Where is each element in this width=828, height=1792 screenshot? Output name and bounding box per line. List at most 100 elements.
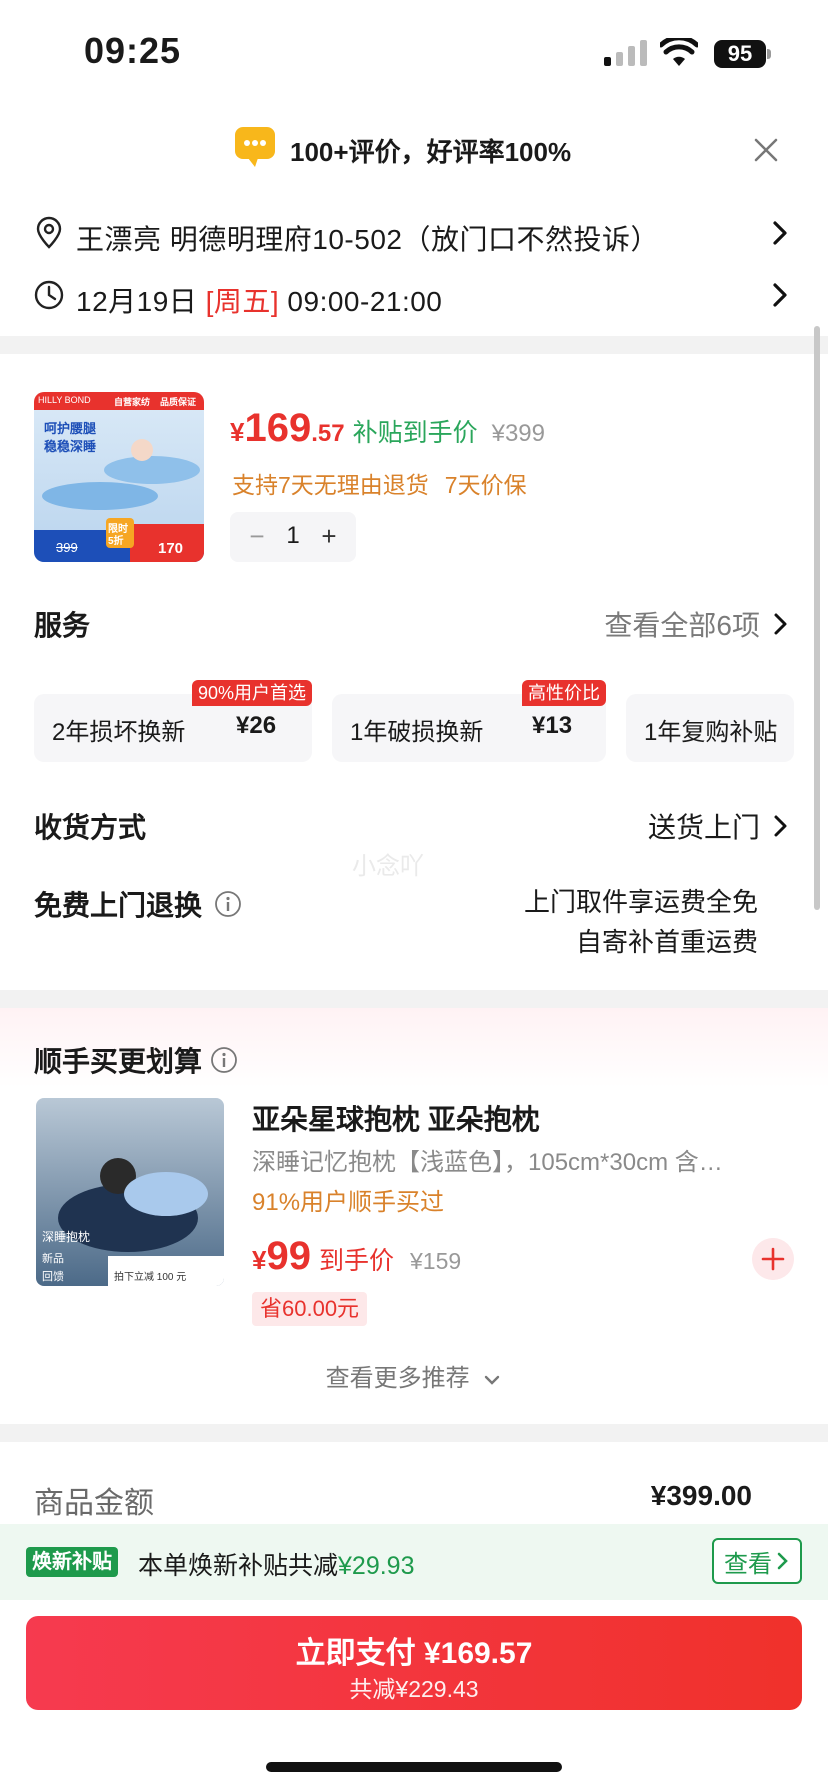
quantity-value[interactable]: 1 xyxy=(278,518,308,554)
recommend-title-row: 顺手买更划算 xyxy=(34,1040,238,1080)
watermark: 小念吖 xyxy=(352,853,424,880)
guarantee-tag: 支持7天无理由退货 xyxy=(232,472,429,498)
recommend-bought-rate: 91%用户顺手买过 xyxy=(252,1189,445,1216)
recommend-price-label: 到手价 xyxy=(318,1247,394,1275)
services-view-all[interactable]: 查看全部6项 xyxy=(604,604,792,644)
service-name: 1年破损换新 xyxy=(350,719,484,746)
pay-now-label: 立即支付 ¥169.57 xyxy=(295,1637,533,1670)
clock-icon xyxy=(34,280,64,310)
service-price: ¥13 xyxy=(532,712,573,739)
recommend-title: 顺手买更划算 xyxy=(34,1046,203,1077)
chevron-right-icon xyxy=(777,1552,788,1570)
location-pin-icon xyxy=(36,216,62,249)
price-decimal: .57 xyxy=(311,420,345,447)
battery-indicator: 95 xyxy=(714,40,771,68)
service-card[interactable]: 1年复购补贴 xyxy=(626,694,794,762)
product-image[interactable]: HILLY BOND 自营家纺 品质保证 呵护腰腿 稳稳深睡 限时 5折 399… xyxy=(34,392,204,562)
recommend-product-image[interactable]: 深睡抱枕 新品 回馈 拍下立减 100 元 xyxy=(36,1098,224,1286)
recommend-thumbnail-graphic xyxy=(36,1098,224,1286)
subsidy-view-label: 查看 xyxy=(724,1550,772,1578)
chevron-right-icon xyxy=(773,221,787,245)
section-divider xyxy=(0,1424,828,1442)
chevron-right-icon xyxy=(773,283,787,307)
delivery-weekday: [周五] xyxy=(205,286,280,317)
home-indicator[interactable] xyxy=(266,1762,562,1772)
recommend-image-gift: 回馈 xyxy=(42,1271,64,1283)
info-icon[interactable] xyxy=(210,1046,238,1074)
total-discount-label: 共减¥229.43 xyxy=(349,1676,479,1702)
review-banner: 100+评价，好评率100% xyxy=(0,118,828,178)
more-recommendations[interactable]: 查看更多推荐 xyxy=(0,1358,828,1393)
subsidy-bar: 焕新补贴 本单焕新补贴共减¥29.93 查看 xyxy=(0,1524,828,1600)
product-image-slogan-2: 稳稳深睡 xyxy=(44,439,97,454)
subsidy-text: 本单焕新补贴共减¥29.93 xyxy=(138,1546,414,1582)
info-icon[interactable] xyxy=(214,890,242,918)
service-badge: 90%用户首选 xyxy=(191,680,312,706)
scrollbar[interactable] xyxy=(814,326,820,910)
address-text: 王漂亮 明德明理府10-502（放门口不然投诉） xyxy=(76,224,659,255)
product-image-discount: 5折 xyxy=(108,536,124,547)
recommend-product-desc: 深睡记忆抱枕【浅蓝色】，105cm*30cm 含… xyxy=(252,1149,723,1176)
guarantee-tag: 7天价保 xyxy=(444,472,527,498)
recommend-price: 99 xyxy=(266,1234,311,1278)
product-image-old-price: 399 xyxy=(56,540,78,555)
increase-button[interactable]: + xyxy=(314,518,344,554)
subsidy-view-button[interactable]: 查看 xyxy=(712,1538,802,1584)
section-divider xyxy=(0,336,828,354)
service-card[interactable]: 90%用户首选 2年损坏换新 ¥26 xyxy=(34,680,312,762)
cellular-signal-icon xyxy=(604,40,647,66)
returns-line-2: 自寄补首重运费 xyxy=(575,927,758,957)
add-to-order-icon[interactable] xyxy=(752,1238,794,1280)
wifi-icon xyxy=(660,38,698,66)
close-icon[interactable] xyxy=(748,132,784,168)
subsidy-label: 本单焕新补贴共减 xyxy=(138,1552,339,1580)
recommend-image-label: 深睡抱枕 xyxy=(42,1230,91,1244)
product-image-tag-1: 自营家纺 xyxy=(114,397,151,407)
price-integer: 169 xyxy=(244,406,312,450)
delivery-date: 12月19日 xyxy=(76,286,198,317)
subtotal-value: ¥399.00 xyxy=(650,1480,752,1511)
price-currency: ¥ xyxy=(230,417,245,447)
subsidy-amount: ¥29.93 xyxy=(338,1552,415,1580)
service-name: 2年损坏换新 xyxy=(52,719,186,746)
price-label: 补贴到手价 xyxy=(352,419,478,447)
status-bar: 09:25 95 xyxy=(0,0,828,100)
recommend-image-promo: 拍下立减 100 元 xyxy=(114,1272,187,1283)
shipping-title: 收货方式 xyxy=(34,812,147,843)
recommend-product-title[interactable]: 亚朵星球抱枕 亚朵抱枕 xyxy=(252,1098,540,1138)
delivery-time-text: 12月19日 [周五] 09:00-21:00 xyxy=(76,280,442,320)
battery-cap xyxy=(767,49,771,59)
status-time: 09:25 xyxy=(84,30,182,71)
product-image-new-price: 170 xyxy=(158,540,184,557)
product-image-tag-2: 品质保证 xyxy=(160,397,197,407)
shipping-method[interactable]: 送货上门 xyxy=(648,806,792,846)
recommend-save-badge: 省60.00元 xyxy=(252,1292,368,1326)
more-recommendations-label: 查看更多推荐 xyxy=(325,1365,470,1392)
price-currency: ¥ xyxy=(252,1245,267,1275)
recommend-price-line: ¥99 到手价 ¥159 xyxy=(252,1234,461,1279)
shipping-method-value: 送货上门 xyxy=(647,812,760,843)
decrease-button[interactable]: − xyxy=(242,518,272,554)
battery-level: 95 xyxy=(714,40,766,68)
chat-bubble-icon xyxy=(235,127,275,167)
subtotal-label: 商品金额 xyxy=(34,1487,154,1520)
pay-now-button[interactable]: 立即支付 ¥169.57 共减¥229.43 xyxy=(26,1616,802,1710)
recommend-image-new: 新品 xyxy=(42,1253,64,1265)
section-divider xyxy=(0,990,828,1008)
services-title: 服务 xyxy=(34,610,91,641)
product-guarantee-tags: 支持7天无理由退货 7天价保 xyxy=(232,466,527,500)
address-row[interactable]: 王漂亮 明德明理府10-502（放门口不然投诉） xyxy=(0,208,828,258)
product-image-brand: HILLY BOND xyxy=(38,395,91,405)
returns-title: 免费上门退换 xyxy=(34,890,203,921)
delivery-time-row[interactable]: 12月19日 [周五] 09:00-21:00 xyxy=(0,270,828,320)
product-image-slogan-1: 呵护腰腿 xyxy=(44,421,97,436)
service-badge: 高性价比 xyxy=(522,680,606,706)
subsidy-tag: 焕新补贴 xyxy=(26,1547,118,1577)
service-card[interactable]: 高性价比 1年破损换新 ¥13 xyxy=(332,680,606,762)
returns-line-1: 上门取件享运费全免 xyxy=(523,887,758,917)
delivery-range: 09:00-21:00 xyxy=(287,286,443,317)
returns-title-row: 免费上门退换 xyxy=(34,884,242,924)
original-price: ¥399 xyxy=(491,420,545,447)
quantity-stepper: − 1 + xyxy=(230,512,356,562)
chevron-right-icon xyxy=(774,815,787,837)
